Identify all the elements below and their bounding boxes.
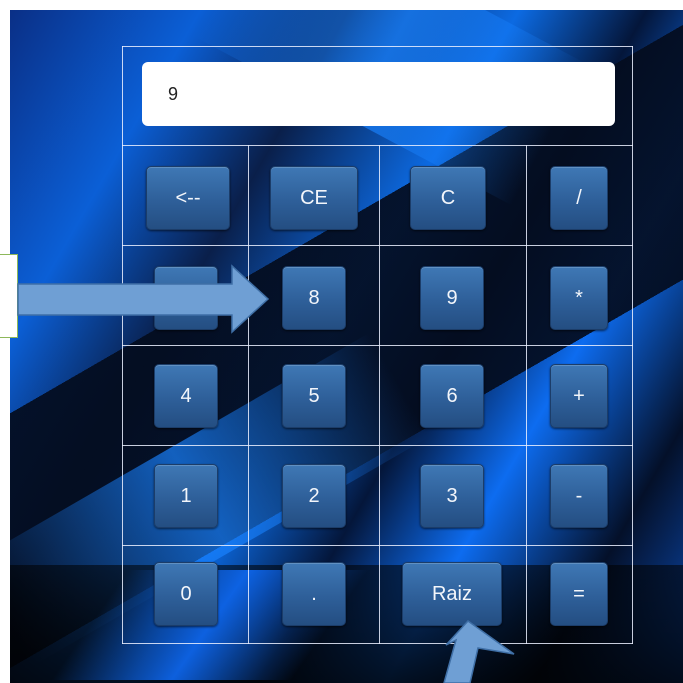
divide-button[interactable]: / bbox=[550, 166, 608, 230]
grid-line bbox=[122, 545, 633, 546]
five-button[interactable]: 5 bbox=[282, 364, 346, 428]
multiply-button[interactable]: * bbox=[550, 266, 608, 330]
grid-line bbox=[122, 445, 633, 446]
four-button[interactable]: 4 bbox=[154, 364, 218, 428]
grid-line bbox=[122, 245, 633, 246]
grid-line bbox=[122, 46, 123, 644]
seven-button[interactable]: 7 bbox=[154, 266, 218, 330]
plus-button[interactable]: + bbox=[550, 364, 608, 428]
calculator: 9 <-- CE C / 7 8 9 * 4 5 6 + 1 2 3 - 0 .… bbox=[122, 46, 633, 644]
display-value: 9 bbox=[168, 83, 179, 104]
eight-button[interactable]: 8 bbox=[282, 266, 346, 330]
grid-line bbox=[122, 46, 633, 47]
annotation-callout-box bbox=[0, 254, 18, 338]
grid-line bbox=[248, 145, 249, 644]
three-button[interactable]: 3 bbox=[420, 464, 484, 528]
grid-line bbox=[122, 145, 633, 146]
grid-line bbox=[526, 145, 527, 644]
square-root-button[interactable]: Raiz bbox=[402, 562, 502, 626]
decimal-point-button[interactable]: . bbox=[282, 562, 346, 626]
backspace-button[interactable]: <-- bbox=[146, 166, 230, 230]
clear-entry-button[interactable]: CE bbox=[270, 166, 358, 230]
minus-button[interactable]: - bbox=[550, 464, 608, 528]
grid-line bbox=[122, 345, 633, 346]
grid-line bbox=[122, 643, 633, 644]
calculator-display[interactable]: 9 bbox=[142, 62, 615, 126]
two-button[interactable]: 2 bbox=[282, 464, 346, 528]
clear-button[interactable]: C bbox=[410, 166, 486, 230]
one-button[interactable]: 1 bbox=[154, 464, 218, 528]
zero-button[interactable]: 0 bbox=[154, 562, 218, 626]
grid-line bbox=[632, 46, 633, 644]
equals-button[interactable]: = bbox=[550, 562, 608, 626]
nine-button[interactable]: 9 bbox=[420, 266, 484, 330]
grid-line bbox=[379, 145, 380, 644]
six-button[interactable]: 6 bbox=[420, 364, 484, 428]
